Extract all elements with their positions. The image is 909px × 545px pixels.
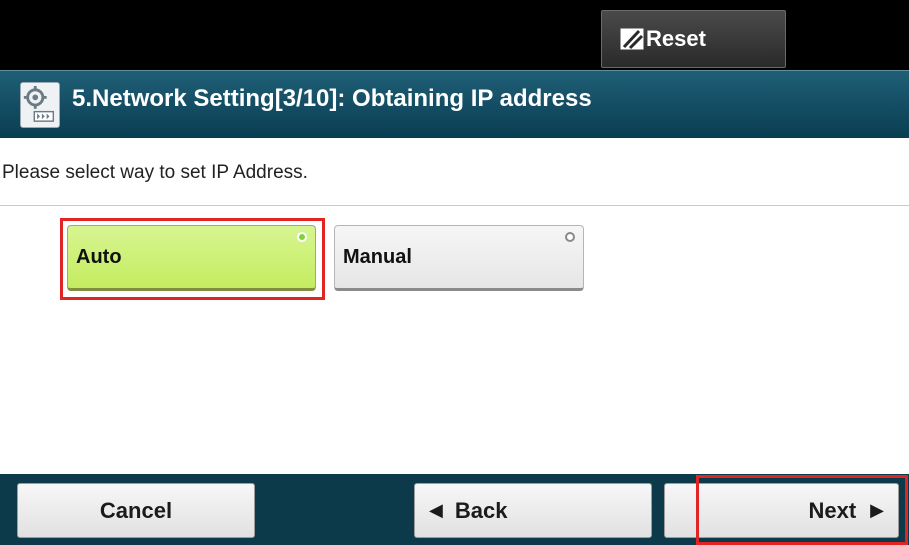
- title-bar: 5.Network Setting[3/10]: Obtaining IP ad…: [0, 70, 909, 138]
- reset-label: Reset: [646, 26, 706, 51]
- reset-button[interactable]: Reset: [601, 10, 786, 68]
- back-button[interactable]: ◀ Back: [414, 483, 652, 538]
- option-manual-label: Manual: [343, 245, 412, 268]
- cancel-button[interactable]: Cancel: [17, 483, 255, 538]
- triangle-left-icon: ◀: [429, 500, 443, 520]
- settings-gear-icon: [20, 82, 60, 128]
- back-label: Back: [454, 497, 508, 523]
- page-title: 5.Network Setting[3/10]: Obtaining IP ad…: [72, 85, 592, 112]
- top-bar: Reset: [0, 0, 909, 70]
- cancel-label: Cancel: [99, 497, 173, 523]
- option-manual-button[interactable]: Manual: [334, 225, 584, 291]
- unselected-indicator-icon: [565, 232, 575, 242]
- option-auto-label: Auto: [76, 245, 122, 268]
- option-auto-button[interactable]: Auto: [67, 225, 316, 291]
- reset-icon: [620, 28, 644, 50]
- instruction-area: Please select way to set IP Address.: [0, 138, 909, 206]
- instruction-text: Please select way to set IP Address.: [2, 162, 308, 183]
- highlight-frame-next: [696, 475, 908, 545]
- selected-indicator-icon: [297, 232, 307, 242]
